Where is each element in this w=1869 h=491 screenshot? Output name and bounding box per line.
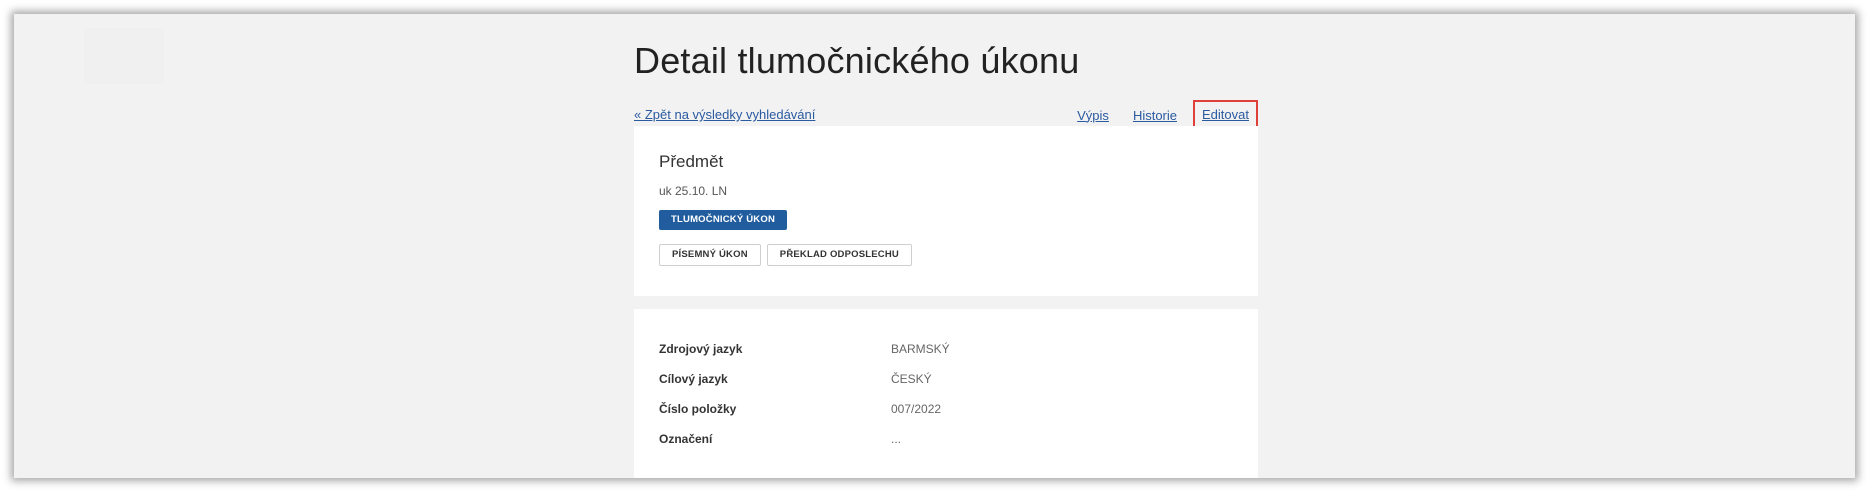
editovat-link[interactable]: Editovat [1202,107,1249,122]
detail-row-designation: Označení ... [659,432,1239,452]
details-card: Zdrojový jazyk BARMSKÝ Cílový jazyk ČESK… [634,309,1258,478]
subject-heading: Předmět [659,152,724,171]
detail-label: Číslo položky [659,402,737,416]
tag-written-act: PÍSEMNÝ ÚKON [659,244,761,266]
detail-row-item-number: Číslo položky 007/2022 [659,402,1239,422]
logo-placeholder [84,28,164,84]
page-title: Detail tlumočnického úkonu [634,40,1080,81]
app-window: Detail tlumočnického úkonu « Zpět na výs… [14,14,1855,478]
detail-label: Cílový jazyk [659,372,728,386]
tag-wiretap-translation: PŘEKLAD ODPOSLECHU [766,244,912,266]
historie-link[interactable]: Historie [1133,108,1177,123]
subject-card: Předmět uk 25.10. LN TLUMOČNICKÝ ÚKON PÍ… [634,126,1258,296]
detail-value: BARMSKÝ [891,342,950,356]
subject-text: uk 25.10. LN [659,184,728,198]
tag-list: PÍSEMNÝ ÚKON PŘEKLAD ODPOSLECHU [659,244,918,266]
detail-label: Zdrojový jazyk [659,342,743,356]
detail-row-source-language: Zdrojový jazyk BARMSKÝ [659,342,1239,362]
detail-label: Označení [659,432,713,446]
vypis-link[interactable]: Výpis [1077,108,1109,123]
detail-value: ČESKÝ [891,372,932,386]
detail-value: 007/2022 [891,402,942,416]
detail-value: ... [891,432,902,446]
type-badge: TLUMOČNICKÝ ÚKON [659,210,787,230]
back-to-results-link[interactable]: « Zpět na výsledky vyhledávání [634,107,815,122]
detail-row-target-language: Cílový jazyk ČESKÝ [659,372,1239,392]
